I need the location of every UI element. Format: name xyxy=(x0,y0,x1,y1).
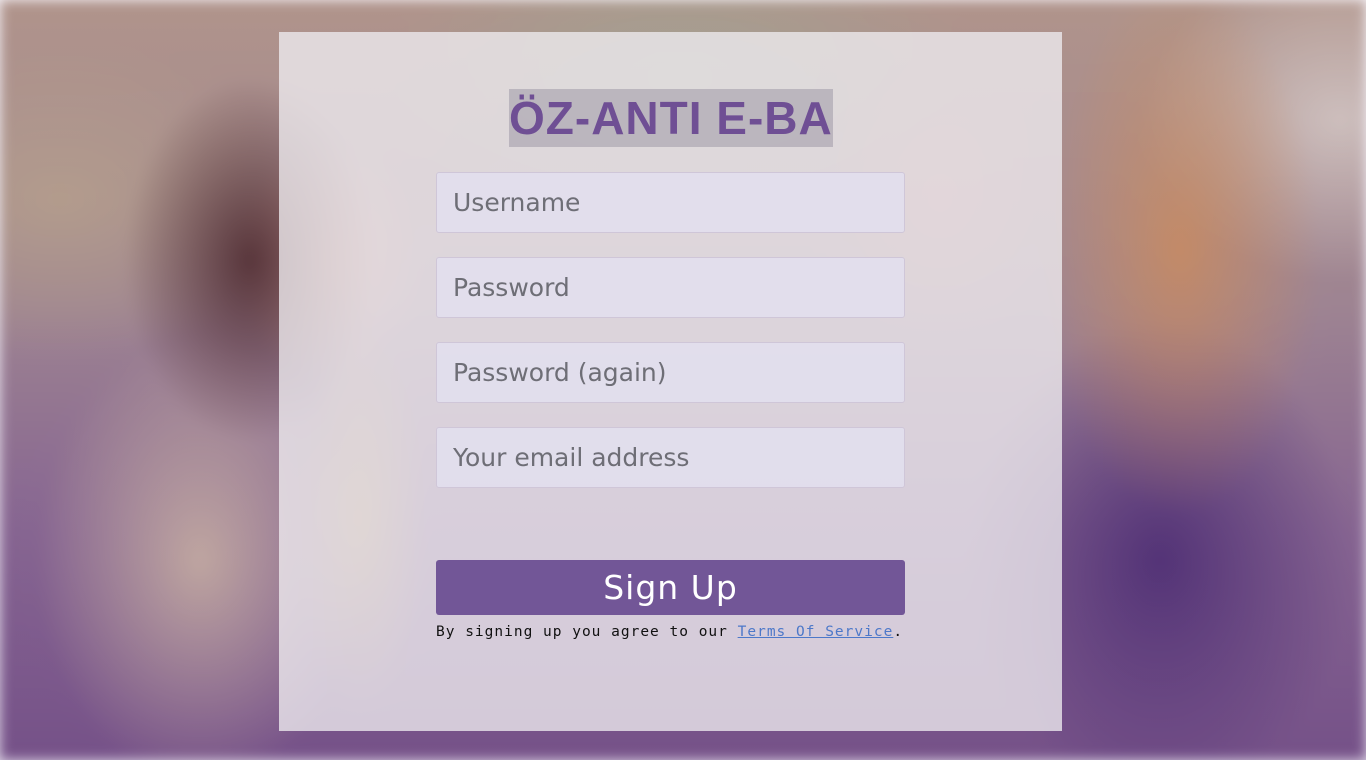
bank-logo: ÖZ-ANTI E-BANK xyxy=(509,89,833,147)
terms-suffix: . xyxy=(893,624,904,640)
password-again-input[interactable] xyxy=(436,342,905,403)
email-input[interactable] xyxy=(436,427,905,488)
terms-prefix: By signing up you agree to our xyxy=(436,624,738,640)
terms-notice: By signing up you agree to our Terms Of … xyxy=(436,624,903,640)
password-input[interactable] xyxy=(436,257,905,318)
sign-up-button[interactable]: Sign Up xyxy=(436,560,905,615)
username-input[interactable] xyxy=(436,172,905,233)
terms-of-service-link[interactable]: Terms Of Service xyxy=(738,624,894,640)
